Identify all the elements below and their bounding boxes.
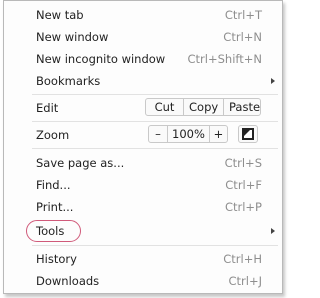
new-incognito-shortcut: Ctrl+Shift+N [187, 52, 262, 66]
new-tab-shortcut: Ctrl+T [224, 8, 262, 22]
cut-button[interactable]: Cut [146, 99, 183, 115]
menu-separator [32, 94, 278, 95]
menu-item-new-window[interactable]: New window Ctrl+N [4, 26, 282, 48]
downloads-label: Downloads [36, 274, 100, 288]
tools-highlight-ring [26, 220, 81, 242]
print-label: Print... [36, 200, 74, 214]
menu-item-new-incognito-window[interactable]: New incognito window Ctrl+Shift+N [4, 48, 282, 70]
menu-item-downloads[interactable]: Downloads Ctrl+J [4, 270, 282, 292]
save-page-shortcut: Ctrl+S [224, 156, 262, 170]
zoom-out-button[interactable]: – [149, 126, 167, 142]
zoom-level: 100% [167, 126, 209, 142]
menu-item-bookmarks[interactable]: Bookmarks [4, 70, 282, 92]
print-shortcut: Ctrl+P [224, 200, 262, 214]
zoom-in-button[interactable]: + [209, 126, 227, 142]
submenu-arrow-icon [271, 78, 275, 84]
zoom-button-group: – 100% + [148, 125, 228, 143]
history-shortcut: Ctrl+H [223, 252, 262, 266]
new-incognito-label: New incognito window [36, 52, 166, 66]
menu-item-new-tab[interactable]: New tab Ctrl+T [4, 4, 282, 26]
submenu-arrow-icon [271, 228, 275, 234]
find-shortcut: Ctrl+F [225, 178, 262, 192]
zoom-label: Zoom [36, 128, 70, 142]
edit-button-group: Cut Copy Paste [145, 98, 261, 116]
save-page-label: Save page as... [36, 156, 125, 170]
fullscreen-icon [242, 128, 254, 140]
paste-button[interactable]: Paste [223, 99, 260, 115]
menu-separator [32, 148, 278, 149]
menu-item-find[interactable]: Find... Ctrl+F [4, 174, 282, 196]
downloads-shortcut: Ctrl+J [228, 274, 263, 288]
new-window-label: New window [36, 30, 109, 44]
chrome-wrench-menu: New tab Ctrl+T New window Ctrl+N New inc… [3, 0, 283, 294]
menu-item-history[interactable]: History Ctrl+H [4, 248, 282, 270]
menu-item-print[interactable]: Print... Ctrl+P [4, 196, 282, 218]
menu-row-edit: Edit Cut Copy Paste [4, 97, 282, 119]
history-label: History [36, 252, 77, 266]
menu-separator [32, 121, 278, 122]
fullscreen-button[interactable] [238, 125, 258, 143]
menu-row-zoom: Zoom – 100% + [4, 124, 282, 146]
edit-label: Edit [36, 101, 59, 115]
new-window-shortcut: Ctrl+N [223, 30, 262, 44]
copy-button[interactable]: Copy [183, 99, 223, 115]
bookmarks-label: Bookmarks [36, 74, 101, 88]
menu-item-save-page[interactable]: Save page as... Ctrl+S [4, 152, 282, 174]
find-label: Find... [36, 178, 71, 192]
new-tab-label: New tab [36, 8, 84, 22]
menu-separator [32, 245, 278, 246]
